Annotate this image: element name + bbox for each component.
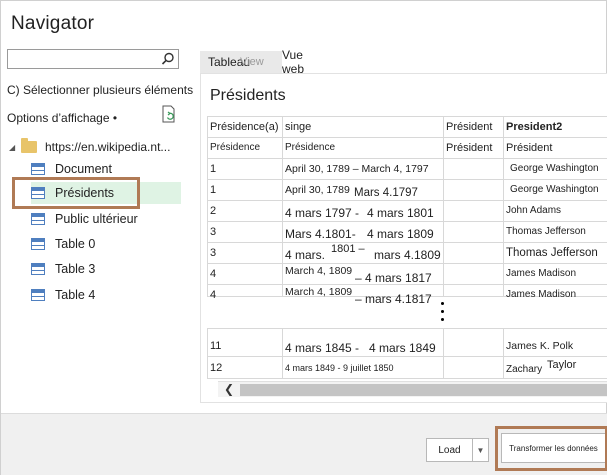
table-preview: Présidents Présidence(a) singe Président… [200, 73, 607, 403]
table-cell: 11 [210, 339, 222, 352]
sidebar-item-label: Table 0 [55, 237, 96, 251]
window-title: Navigator [11, 13, 95, 34]
table-icon [31, 263, 45, 275]
table-cell: March 4, 1809 [285, 285, 353, 298]
table-cell: 1 [210, 162, 217, 175]
table-cell: 3 [210, 246, 217, 259]
sidebar-item-public-ulterieur[interactable]: Public ultérieur [31, 208, 181, 230]
display-options-dropdown[interactable]: Options d’affichage • [7, 111, 117, 125]
table-cell: – 4 mars 1817 [355, 270, 432, 285]
table-cell: George Washington [510, 184, 599, 195]
table-cell: 12 [210, 361, 223, 374]
highlight-box-presidents [12, 177, 140, 209]
sidebar-item-label: Public ultérieur [55, 212, 138, 226]
table-icon [31, 238, 45, 250]
table-cell: Thomas Jefferson [506, 246, 598, 259]
more-rows-ellipsis [441, 302, 445, 326]
search-icon[interactable] [161, 52, 175, 66]
table-cell: 2 [210, 204, 217, 217]
table-cell: Présidence [285, 142, 336, 153]
column-header[interactable]: Président [443, 116, 503, 137]
table-cell: 4 mars 1797 - [285, 205, 360, 220]
folder-icon [21, 138, 37, 153]
table-cell: March 4, 1809 [285, 264, 353, 277]
collapse-caret-icon[interactable]: ◢ [9, 143, 21, 152]
table-cell: 1 [210, 183, 217, 196]
table-cell: James Madison [506, 289, 577, 300]
preview-title: Présidents [210, 87, 286, 104]
sidebar-item-table-3[interactable]: Table 3 [31, 258, 181, 280]
tab-ghost-label: View [240, 56, 264, 68]
scroll-left-icon[interactable]: ❮ [224, 382, 234, 396]
select-multiple-checkbox[interactable]: C) Sélectionner plusieurs éléments [7, 83, 193, 97]
sidebar-item-table-0[interactable]: Table 0 [31, 233, 181, 255]
table-cell: 4 mars 1801 [367, 205, 434, 220]
tab-web-view[interactable]: Vue web [282, 48, 304, 76]
table-cell: John Adams [506, 205, 562, 216]
column-header[interactable]: President2 [503, 116, 607, 137]
highlight-box-transform [495, 426, 607, 471]
table-cell: April 30, 1789 – March 4, 1797 [285, 162, 429, 175]
sidebar-item-label: Table 4 [55, 288, 96, 302]
tree-root-label: https://en.wikipedia.nt... [45, 140, 171, 154]
table-cell: 3 [210, 225, 217, 238]
table-icon [31, 213, 45, 225]
table-cell: 4 [210, 288, 217, 301]
sidebar-item-label: Document [55, 162, 112, 176]
table-cell: 4 [210, 267, 217, 280]
table-cell: Président [446, 141, 493, 154]
sidebar-item-label: Table 3 [55, 262, 96, 276]
column-header[interactable]: singe [282, 116, 443, 137]
table-cell: Taylor [547, 358, 577, 371]
search-input[interactable] [7, 49, 179, 69]
navigator-window: Navigator C) Sélectionner plusieurs élém… [0, 0, 607, 475]
table-cell: George Washington [510, 163, 599, 174]
table-cell: Président [506, 141, 553, 154]
refresh-icon[interactable] [161, 105, 177, 123]
table-cell: Présidence [210, 142, 261, 153]
table-cell: mars 4.1809 [374, 247, 441, 262]
table-cell: 1801 – [331, 242, 365, 255]
load-dropdown-icon[interactable]: ▼ [473, 438, 489, 462]
table-cell: – mars 4.1817 [355, 291, 432, 306]
table-icon [31, 163, 45, 175]
tree-root-source[interactable]: ◢ https://en.wikipedia.nt... [9, 138, 189, 156]
table-cell: Thomas Jefferson [506, 226, 586, 237]
horizontal-scrollbar[interactable]: ❮ [218, 381, 607, 397]
sidebar-item-table-4[interactable]: Table 4 [31, 284, 181, 306]
table-cell: 4 mars 1845 - [285, 340, 360, 355]
table-icon [31, 289, 45, 301]
table-cell: April 30, 1789 [285, 183, 350, 196]
scrollbar-thumb[interactable] [240, 384, 607, 396]
table-cell: James K. Polk [506, 339, 574, 352]
load-button[interactable]: Load [426, 438, 473, 462]
table-cell: Mars 4.1797 [354, 186, 418, 199]
table-cell: 4 mars 1849 - 9 juillet 1850 [285, 362, 394, 373]
table-cell: 4 mars 1849 [369, 340, 436, 355]
table-cell: James Madison [506, 268, 577, 279]
column-header[interactable]: Présidence(a) [207, 116, 282, 137]
